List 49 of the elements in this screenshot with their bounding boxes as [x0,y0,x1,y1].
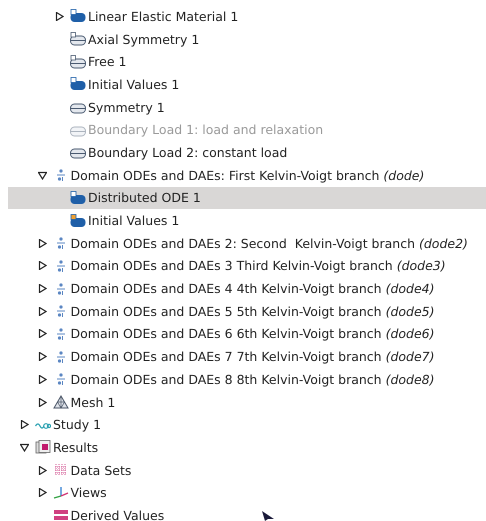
domain-icon [70,214,86,228]
grid-icon [52,463,68,478]
tree-item-label[interactable]: Views [70,485,107,500]
domain-icon [70,77,86,92]
tree-item-label[interactable]: Domain ODEs and DAEs 6 6th Kelvin-Voigt branch (dode6) [70,326,434,342]
tree-item-label[interactable]: Domain ODEs and DAEs 5 5th Kelvin-Voigt branch (dode5) [70,304,434,319]
tree-item-label[interactable]: Boundary Load 2: constant load [88,144,288,160]
tree-item-label[interactable]: Free 1 [88,54,126,70]
axes-icon [52,486,68,500]
tree-item-label[interactable]: Domain ODEs and DAEs 4 4th Kelvin-Voigt branch (dode4) [70,281,434,296]
tree-item-label[interactable]: Study 1 [53,417,102,432]
pointer-icon [262,511,274,521]
expander-icon[interactable] [38,488,46,498]
expander-icon[interactable] [38,238,46,248]
expander-icon[interactable] [38,306,46,316]
domain-icon [70,9,86,24]
expander-icon[interactable] [38,261,46,270]
tree-item-label[interactable]: Symmetry 1 [88,100,165,115]
tree-item-label[interactable]: Results [53,440,98,455]
expander-icon[interactable] [38,374,46,384]
domain-icon [70,190,86,205]
tree-item-label[interactable]: Initial Values 1 [88,76,180,92]
triangle-icon [52,395,68,410]
expander-icon[interactable] [38,352,46,362]
expander-icon[interactable] [20,442,29,452]
tree-item-label[interactable]: Domain ODEs and DAEs 2: Second Kelvin-Voigt branch (dode2) [70,236,468,251]
tree-item-label[interactable]: Domain ODEs and DAEs 8 8th Kelvin-Voigt branch (dode8) [70,372,434,387]
tree-item-label[interactable]: Distributed ODE 1 [88,190,201,206]
expander-icon[interactable] [38,284,46,294]
tree-item-label[interactable]: Derived Values [70,508,164,521]
boundary-icon [70,32,86,46]
expander-icon[interactable] [38,398,46,407]
numbers-icon [52,508,68,521]
expander-icon[interactable] [38,170,46,180]
expander-icon[interactable] [38,329,46,338]
tree-item-label[interactable]: Mesh 1 [70,394,116,410]
expander-icon[interactable] [55,12,64,21]
tree-item-label[interactable]: Domain ODEs and DAEs 3 Third Kelvin-Voigt branch (dode3) [70,258,446,274]
tree-item-label[interactable]: Data Sets [70,462,132,478]
selected-tree-row[interactable]: Distributed ODE 1 [8,186,486,210]
tree-item-label[interactable]: Domain ODEs and DAEs 7 7th Kelvin-Voigt branch (dode7) [70,349,434,364]
expander-icon[interactable] [20,420,29,430]
tree-item-label[interactable]: Domain ODEs and DAEs: First Kelvin-Voigt branch (dode) [70,168,424,183]
boundary-icon [70,54,86,69]
tree-item-label[interactable]: Axial Symmetry 1 [88,32,200,47]
tree-item-label[interactable]: Linear Elastic Material 1 [88,8,238,24]
expander-icon[interactable] [38,466,46,475]
tree-item-label[interactable]: Initial Values 1 [88,213,180,228]
results-icon [35,440,51,454]
